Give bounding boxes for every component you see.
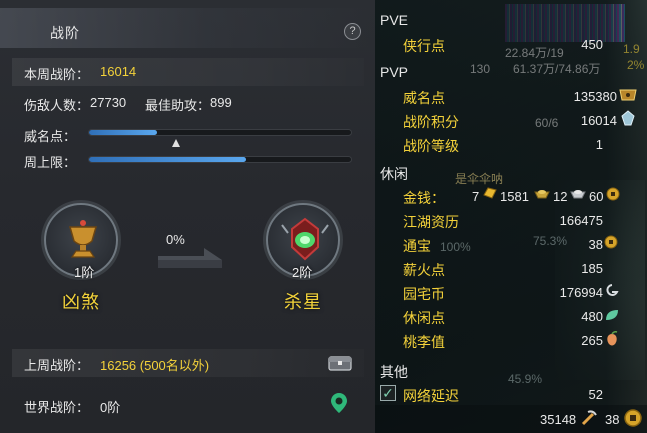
prestige-bar-fill bbox=[89, 130, 158, 135]
xinhuo-label: 薪火点 bbox=[403, 262, 445, 278]
help-button[interactable]: ? bbox=[344, 23, 361, 40]
xinhuo-value: 185 bbox=[581, 261, 603, 276]
currency-panel: 22.84万/19 61.37万/74.86万 130 60/6 是伞伞呐 10… bbox=[375, 0, 647, 433]
section-pvp-header: PVP bbox=[380, 64, 409, 80]
weekly-cap-bar-fill bbox=[89, 157, 247, 162]
pvp-row-level-value: 1 bbox=[595, 137, 603, 152]
money-label: 金钱： bbox=[403, 190, 445, 206]
yuanzhai-coin-icon bbox=[606, 284, 619, 296]
silver-ingot-icon bbox=[534, 190, 550, 199]
current-rank-level: 1阶 bbox=[74, 265, 95, 280]
kills-label: 伤敌人数： bbox=[24, 98, 90, 113]
world-rank-label: 世界战阶： bbox=[24, 400, 90, 415]
money-copper-value: 12 bbox=[553, 189, 568, 204]
copper-ingot-icon bbox=[570, 190, 586, 199]
section-pve-header: PVE bbox=[380, 12, 409, 28]
latency-label: 网络延迟 bbox=[403, 388, 459, 404]
money-extra-value: 60 bbox=[589, 189, 604, 204]
peach-icon bbox=[607, 331, 618, 346]
weekly-rank-value: 16014 bbox=[100, 64, 137, 79]
bg-text-c: 130 bbox=[470, 62, 491, 76]
arrow-right-icon bbox=[158, 248, 222, 268]
jianghu-label: 江湖资历 bbox=[403, 214, 459, 230]
coin-icon bbox=[606, 187, 620, 201]
prestige-marker-icon bbox=[172, 139, 180, 147]
bg-text-j: 2% bbox=[627, 58, 645, 72]
section-leisure-header: 休闲 bbox=[380, 166, 408, 182]
pvp-row-score-value: 16014 bbox=[580, 113, 617, 128]
next-rank-level: 2阶 bbox=[292, 265, 313, 280]
location-pin-icon[interactable] bbox=[330, 392, 348, 414]
bottom-coin-icon[interactable] bbox=[624, 409, 642, 427]
section-other-header: 其他 bbox=[380, 364, 408, 380]
tongbao-value: 38 bbox=[588, 237, 603, 252]
pvp-row-score-label: 战阶积分 bbox=[403, 114, 459, 130]
pvp-row-level-label: 战阶等级 bbox=[403, 138, 459, 154]
money-silver-value: 1581 bbox=[500, 189, 529, 204]
prestige-label: 威名点： bbox=[24, 129, 77, 144]
war-rank-panel: 战阶 ? 本周战阶： 16014 伤敌人数： 27730 最佳助攻： 899 威… bbox=[0, 0, 375, 433]
pvp-row-prestige-value: 135380 bbox=[573, 89, 617, 104]
world-rank-value: 0阶 bbox=[100, 400, 121, 415]
yuanzhai-value: 176994 bbox=[559, 285, 603, 300]
bottom-tongbao-value: 38 bbox=[605, 412, 620, 427]
pve-row-value: 450 bbox=[581, 37, 603, 52]
current-rank-name: 凶煞 bbox=[62, 292, 100, 312]
weekly-cap-bar bbox=[88, 156, 352, 163]
taoli-label: 桃李值 bbox=[403, 334, 445, 350]
taoli-value: 265 bbox=[581, 333, 603, 348]
bg-text-i: 1.9 bbox=[623, 42, 640, 56]
leisure-point-label: 休闲点 bbox=[403, 310, 445, 326]
weekly-cap-label: 周上限： bbox=[24, 155, 77, 170]
bg-text-g: 75.3% bbox=[533, 234, 568, 248]
pve-row-label: 侠行点 bbox=[403, 38, 445, 54]
prestige-badge-icon bbox=[619, 89, 637, 101]
chest-icon[interactable] bbox=[328, 354, 352, 372]
kills-value: 27730 bbox=[90, 95, 127, 110]
assist-value: 899 bbox=[210, 95, 232, 110]
tongbao-coin-icon bbox=[604, 235, 618, 249]
leisure-point-value: 480 bbox=[581, 309, 603, 324]
leaf-icon bbox=[606, 310, 618, 320]
pvp-row-prestige-label: 威名点 bbox=[403, 90, 445, 106]
last-week-label: 上周战阶： bbox=[24, 358, 90, 373]
rank-progress-percent: 0% bbox=[166, 232, 185, 247]
latency-value: 52 bbox=[588, 387, 603, 402]
bg-text-a: 22.84万/19 bbox=[505, 46, 564, 60]
money-gold-value: 7 bbox=[472, 189, 480, 204]
gold-ingot-icon bbox=[483, 187, 497, 199]
prestige-bar bbox=[88, 129, 352, 136]
yuanzhai-label: 园宅币 bbox=[403, 286, 445, 302]
last-week-value: 16256 (500名以外) bbox=[100, 358, 210, 373]
bottom-coins-value: 35148 bbox=[540, 412, 577, 427]
latency-checkbox[interactable]: ✓ bbox=[380, 385, 396, 401]
bg-text-d: 60/6 bbox=[535, 116, 559, 130]
tongbao-label: 通宝 bbox=[403, 238, 431, 254]
crystal-icon bbox=[621, 110, 635, 126]
assist-label: 最佳助攻： bbox=[145, 98, 211, 113]
jianghu-value: 166475 bbox=[559, 213, 603, 228]
bg-text-b: 61.37万/74.86万 bbox=[513, 62, 601, 76]
pickaxe-icon[interactable] bbox=[580, 409, 598, 427]
next-rank-name: 杀星 bbox=[284, 292, 322, 312]
weekly-rank-label: 本周战阶： bbox=[24, 67, 90, 82]
panel-title: 战阶 bbox=[50, 25, 80, 41]
bg-text-h: 45.9% bbox=[508, 372, 543, 386]
bg-text-f: 100% bbox=[440, 240, 471, 254]
